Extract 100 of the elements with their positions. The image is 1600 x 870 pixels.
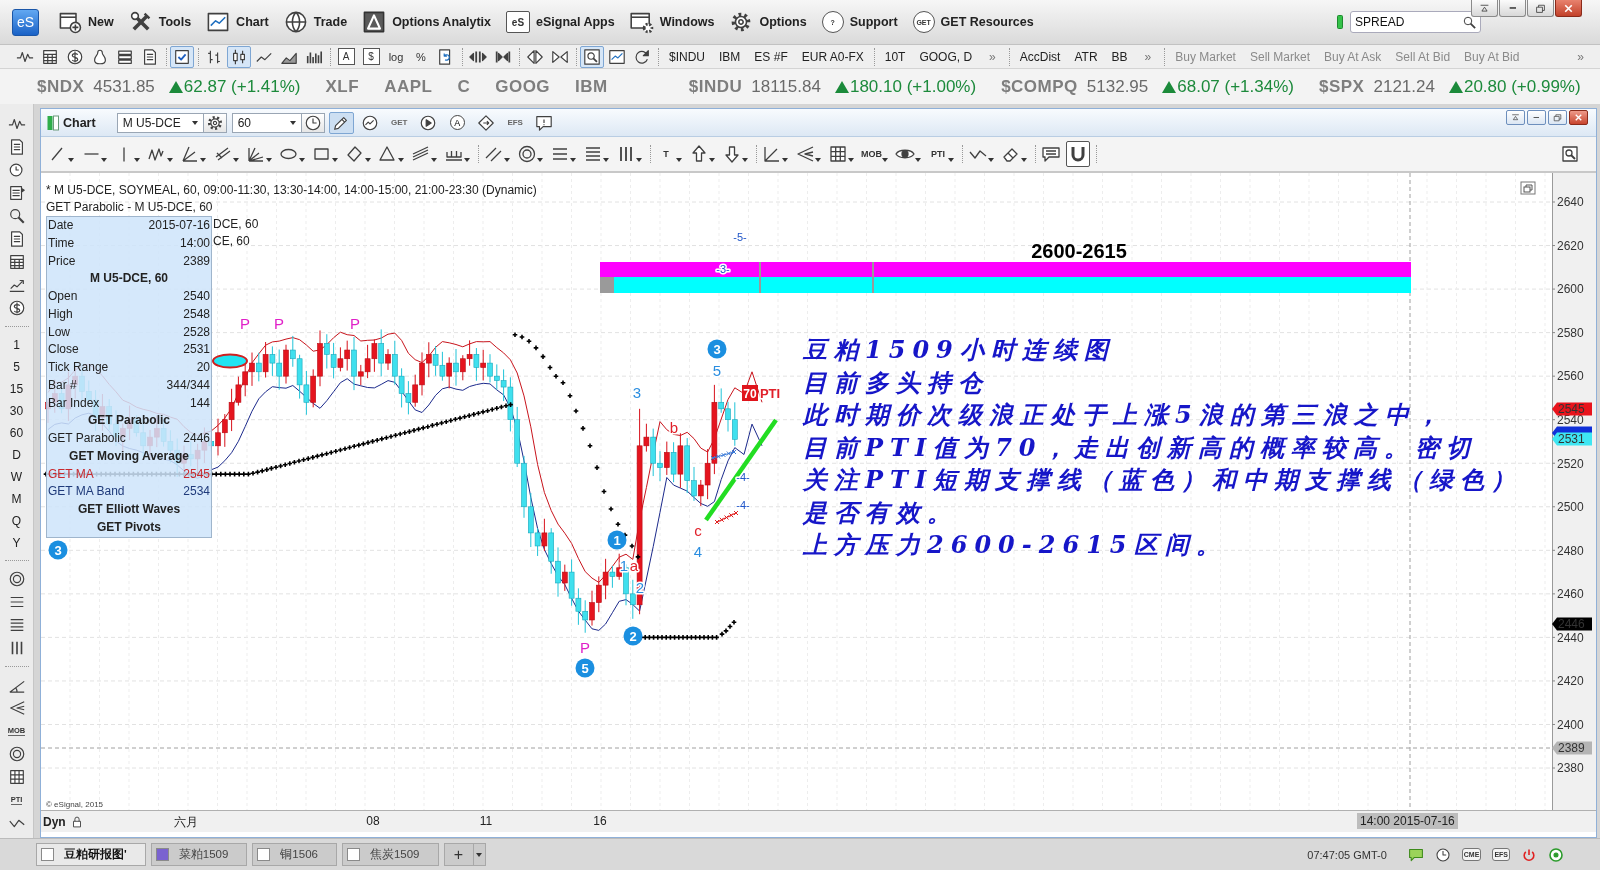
ticker-symbol[interactable]: AAPL <box>384 76 433 97</box>
time-button[interactable] <box>301 112 325 133</box>
caret-icon <box>882 158 888 162</box>
interval-button[interactable]: Q <box>3 510 30 532</box>
checklist-button[interactable] <box>170 45 194 68</box>
ticker-symbol[interactable]: GOOG <box>495 76 551 97</box>
menu-item[interactable]: Windows <box>629 7 715 37</box>
menu-item[interactable]: Chart <box>206 7 269 37</box>
toolbar-text-button[interactable]: GET <box>386 111 412 134</box>
price-axis-label: 2400 <box>1557 717 1584 732</box>
ticker-price: 18115.84 <box>751 76 821 97</box>
menu-item[interactable]: Options Analytix <box>362 7 491 37</box>
data-value: 2534 <box>183 483 210 501</box>
toolbar-link[interactable]: EUR A0-FX <box>794 49 871 64</box>
status-ring-icon <box>1548 846 1564 863</box>
horizontal-line-icon <box>83 153 99 155</box>
power-icon <box>1521 846 1537 863</box>
toolbar-link[interactable]: $INDU <box>662 49 712 64</box>
toolbar-link[interactable]: 10T <box>877 49 913 64</box>
interval-button[interactable]: 30 <box>3 400 30 422</box>
menu-item[interactable]: New <box>58 7 114 37</box>
interval-button[interactable]: Y <box>3 532 30 554</box>
toolbar-link[interactable]: ATR <box>1067 49 1105 64</box>
caret-icon <box>676 158 682 162</box>
sheet-tab[interactable]: 焦炭1509 <box>341 843 439 866</box>
symbol-dropdown[interactable]: M U5-DCE <box>116 112 204 133</box>
interval-dropdown[interactable]: 60 <box>231 112 302 133</box>
wave-count-marker: 1 <box>607 530 627 550</box>
minimize-button[interactable] <box>1499 0 1526 17</box>
data-section-title: GET Parabolic <box>88 412 170 430</box>
caret-icon <box>332 158 338 162</box>
clock-icon <box>1434 846 1451 863</box>
restore-button[interactable] <box>1527 0 1554 17</box>
ticker-symbol[interactable]: C <box>457 76 471 97</box>
interval-button[interactable]: M <box>3 488 30 510</box>
caret-icon <box>464 158 470 162</box>
sheet-tab[interactable]: 铜1506 <box>252 843 337 866</box>
menu-item[interactable]: Options <box>729 7 807 37</box>
menu-item[interactable]: eS eSignal Apps <box>506 7 615 37</box>
interval-button[interactable]: D <box>3 444 30 466</box>
ticker-symbol[interactable]: $NDX <box>37 76 85 97</box>
wave-label: -3- <box>716 263 730 275</box>
toolbar-text-button[interactable]: % <box>409 45 433 68</box>
caret-icon <box>134 158 140 162</box>
interval-button[interactable]: 60 <box>3 422 30 444</box>
settings-button[interactable] <box>203 112 227 133</box>
collapse-button[interactable] <box>1506 110 1525 125</box>
menu-item[interactable]: Trade <box>283 7 348 37</box>
arrows-left-icon <box>7 699 26 717</box>
ticker-symbol[interactable]: $INDU <box>688 76 743 97</box>
app-logo[interactable]: eS <box>12 8 39 36</box>
time-axis-label: 08 <box>366 814 380 828</box>
interval-button[interactable]: 1 <box>3 334 30 356</box>
toolbar-link[interactable]: IBM <box>712 49 748 64</box>
close-button[interactable] <box>1555 0 1582 17</box>
search-field[interactable]: SPREAD <box>1350 11 1481 33</box>
pencil-button[interactable] <box>328 111 354 134</box>
more-button[interactable]: » <box>979 49 1006 64</box>
toolbar-text-button[interactable]: PTI <box>926 141 956 167</box>
interval-button[interactable]: W <box>3 466 30 488</box>
candlestick-icon <box>230 47 248 66</box>
chart-legend-line: * M U5-DCE, SOYMEAL, 60, 09:00-11:30, 13:30-14:00, 14:00-15:00, 21:00-23:30 (Dynamic) <box>46 182 537 199</box>
toolbar-link[interactable]: BB <box>1104 49 1135 64</box>
ticker-symbol[interactable]: IBM <box>575 76 608 97</box>
grid-icon <box>7 768 26 786</box>
data-label: Close <box>48 341 79 359</box>
minimize-button[interactable] <box>1527 110 1546 125</box>
toolbar-link[interactable]: AccDist <box>1012 49 1068 64</box>
ticker-symbol[interactable]: XLF <box>325 76 360 97</box>
split-diamond-icon <box>526 47 544 66</box>
add-tab-button[interactable]: + <box>443 843 474 866</box>
scale-mode-label[interactable]: Dyn <box>43 814 66 829</box>
price-axis-label: 2580 <box>1557 325 1584 340</box>
caret-icon <box>233 158 239 162</box>
more-button[interactable]: » <box>1134 49 1162 64</box>
toolbar-text-button[interactable]: log <box>384 45 408 68</box>
ticker-symbol[interactable]: $COMPQ <box>1001 76 1078 97</box>
sheet-tab[interactable]: 菜粕1509 <box>150 843 248 866</box>
data-label: GET Parabolic <box>48 430 126 447</box>
restore-icon[interactable] <box>1520 181 1536 195</box>
ticker-symbol[interactable]: $SPX <box>1319 76 1365 97</box>
toolbar-text-button[interactable]: EFS <box>502 111 528 134</box>
price-axis-label: 2460 <box>1557 587 1584 602</box>
collapse-button[interactable] <box>1471 0 1498 17</box>
restore-button[interactable] <box>1548 110 1567 125</box>
price-axis-label: 2520 <box>1557 456 1584 471</box>
interval-button[interactable]: 15 <box>3 378 30 400</box>
candlestick-button[interactable] <box>227 45 251 68</box>
menu-item[interactable]: Tools <box>128 7 192 37</box>
sheet-tab[interactable]: 豆粕研报图' <box>36 843 146 866</box>
zoom-box-button[interactable] <box>580 45 604 68</box>
magnet-button[interactable] <box>1066 141 1090 167</box>
data-value: 2540 <box>183 288 210 305</box>
toolbar-text-button[interactable]: T <box>654 141 684 167</box>
toolbar-link[interactable]: ES #F <box>747 49 795 64</box>
toolbar-link[interactable]: GOOG, D <box>912 49 980 64</box>
toolbar-text-button[interactable]: A <box>444 111 470 134</box>
close-button[interactable] <box>1569 110 1588 125</box>
interval-button[interactable]: 5 <box>3 356 30 378</box>
toolbar-text-button[interactable]: MOB <box>859 141 890 167</box>
